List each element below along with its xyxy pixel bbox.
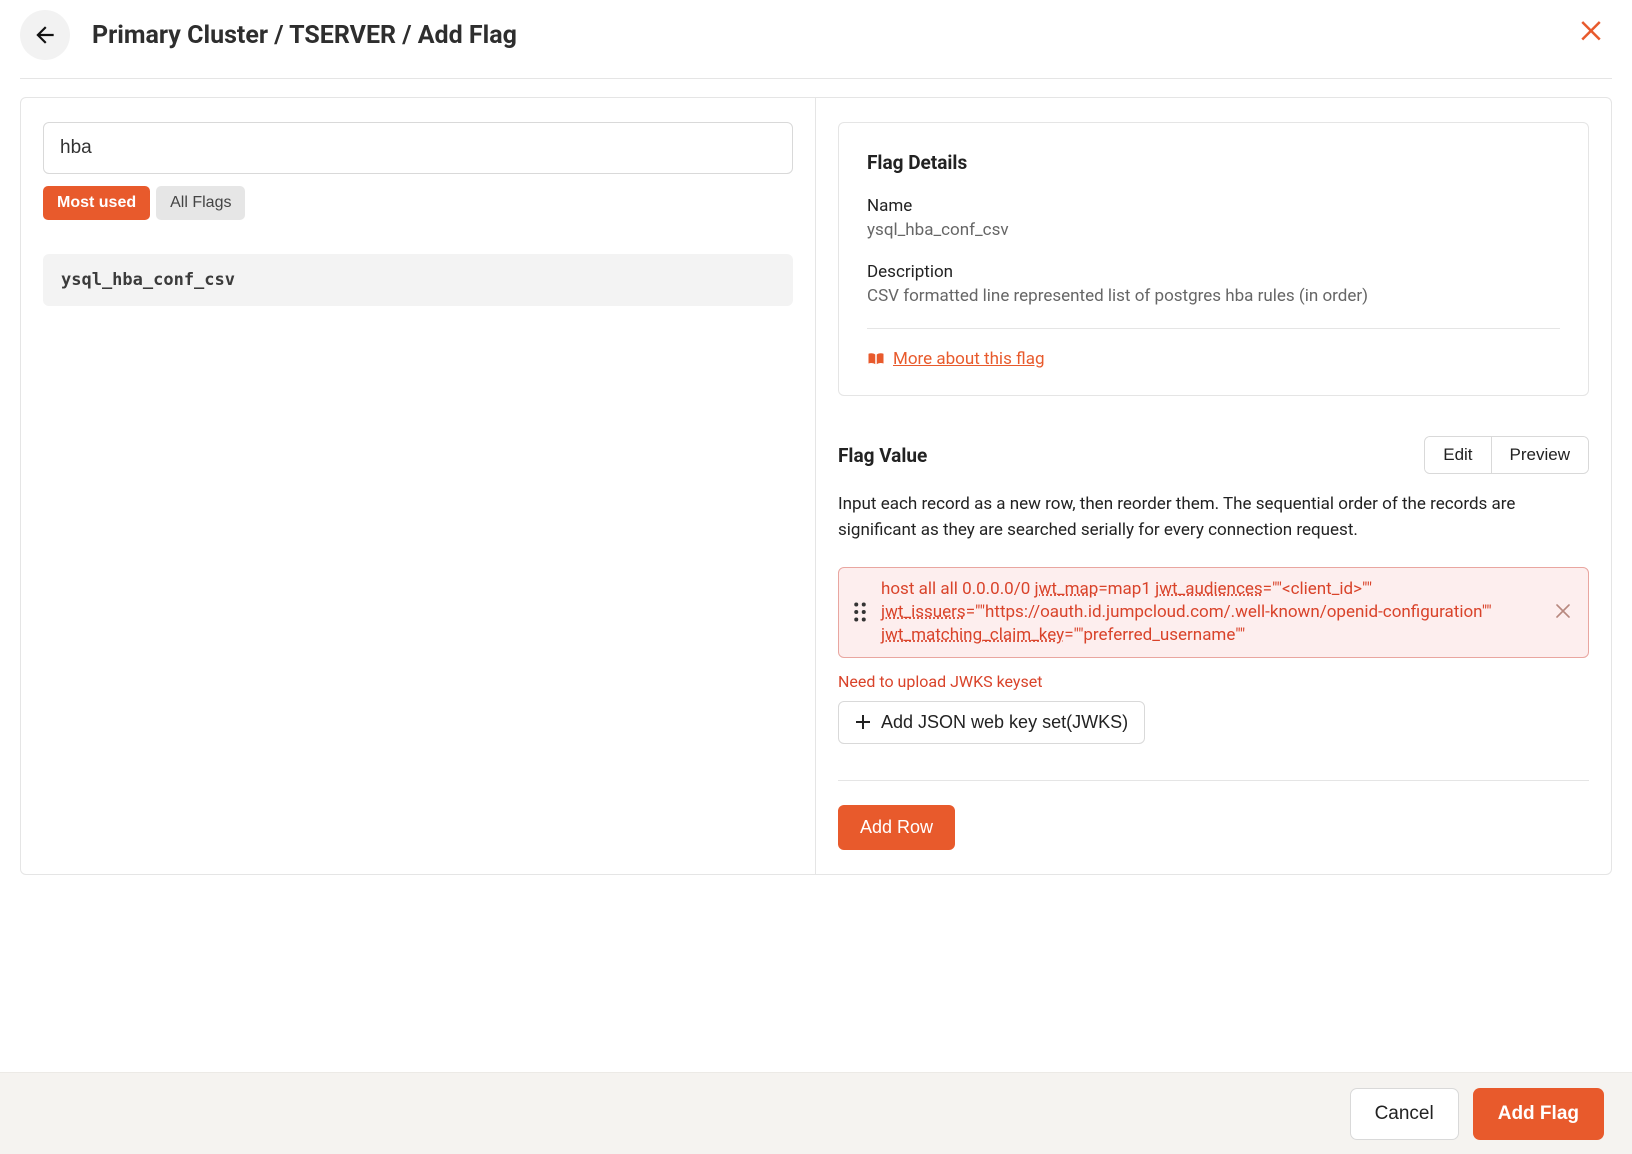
details-divider <box>867 328 1560 329</box>
name-label: Name <box>867 196 1560 216</box>
section-divider <box>838 780 1589 781</box>
back-button[interactable] <box>20 10 70 60</box>
page-header: Primary Cluster / TSERVER / Add Flag <box>20 0 1612 79</box>
breadcrumb: Primary Cluster / TSERVER / Add Flag <box>92 21 517 50</box>
record-text: host all all 0.0.0.0/0 jwt_map=map1 jwt_… <box>881 578 1538 647</box>
add-flag-button[interactable]: Add Flag <box>1473 1088 1604 1140</box>
segment-edit[interactable]: Edit <box>1425 437 1490 473</box>
plus-icon <box>855 714 871 730</box>
flag-editor-panel: Flag Details Name ysql_hba_conf_csv Desc… <box>816 98 1611 874</box>
description-label: Description <box>867 262 1560 282</box>
name-value: ysql_hba_conf_csv <box>867 220 1560 240</box>
add-jwks-label: Add JSON web key set(JWKS) <box>881 712 1128 733</box>
arrow-left-icon <box>32 22 58 48</box>
flag-details-title: Flag Details <box>867 151 1560 174</box>
close-icon <box>1576 14 1606 44</box>
segment-preview[interactable]: Preview <box>1491 437 1588 473</box>
more-about-flag-label: More about this flag <box>893 349 1045 369</box>
record-remove-button[interactable] <box>1552 602 1574 623</box>
add-jwks-button[interactable]: Add JSON web key set(JWKS) <box>838 701 1145 744</box>
flag-value-header: Flag Value Edit Preview <box>838 436 1589 474</box>
flag-picker-panel: Most used All Flags ysql_hba_conf_csv <box>21 98 816 874</box>
flag-details-card: Flag Details Name ysql_hba_conf_csv Desc… <box>838 122 1589 396</box>
description-value: CSV formatted line represented list of p… <box>867 286 1560 306</box>
filter-row: Most used All Flags <box>43 186 793 220</box>
jwks-error-hint: Need to upload JWKS keyset <box>838 672 1589 691</box>
x-icon <box>1556 604 1570 618</box>
flag-result-row[interactable]: ysql_hba_conf_csv <box>43 254 793 306</box>
drag-handle[interactable] <box>853 602 867 622</box>
flag-value-title: Flag Value <box>838 444 927 467</box>
add-row-button[interactable]: Add Row <box>838 805 955 850</box>
flag-search-input[interactable] <box>43 122 793 174</box>
footer-bar: Cancel Add Flag <box>0 1072 1632 1154</box>
drag-icon <box>853 602 867 622</box>
book-icon <box>867 352 885 366</box>
edit-preview-toggle: Edit Preview <box>1424 436 1589 474</box>
close-button[interactable] <box>1576 14 1606 49</box>
main-panels: Most used All Flags ysql_hba_conf_csv Fl… <box>20 97 1612 875</box>
more-about-flag-link[interactable]: More about this flag <box>867 349 1045 369</box>
filter-most-used[interactable]: Most used <box>43 186 150 220</box>
flag-value-hint: Input each record as a new row, then reo… <box>838 492 1589 543</box>
filter-all-flags[interactable]: All Flags <box>156 186 245 220</box>
cancel-button[interactable]: Cancel <box>1350 1088 1459 1140</box>
record-row[interactable]: host all all 0.0.0.0/0 jwt_map=map1 jwt_… <box>838 567 1589 658</box>
